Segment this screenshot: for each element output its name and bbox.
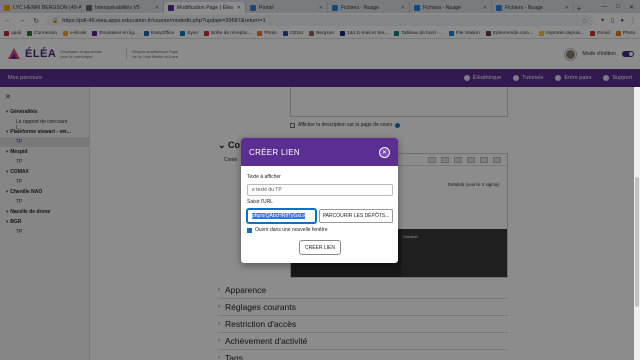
scrollbar-thumb[interactable] xyxy=(635,177,639,307)
new-window-label: Ouvrir dans une nouvelle fenêtre xyxy=(255,227,328,233)
new-window-row: Ouvrir dans une nouvelle fenêtre xyxy=(247,227,328,233)
page-scrollbar[interactable] xyxy=(634,87,640,360)
browse-repositories-button[interactable]: PARCOURIR LES DÉPÔTS... xyxy=(319,209,393,223)
create-link-button[interactable]: CRÉER LIEN xyxy=(299,240,341,255)
url-selected-text: php/s/QAbcHRtfTyGxLv xyxy=(252,213,306,219)
text-to-display-input[interactable]: e texte du TP xyxy=(247,184,393,196)
create-link-dialog: CRÉER LIEN ✕ Texte à afficher e texte du… xyxy=(241,138,398,263)
text-to-display-label: Texte à afficher xyxy=(247,174,281,180)
url-label: Saisir l'URL xyxy=(247,199,273,205)
url-input[interactable]: php/s/QAbcHRtfTyGxLv xyxy=(247,209,316,223)
close-dialog-icon[interactable]: ✕ xyxy=(379,146,390,158)
dialog-title: CRÉER LIEN xyxy=(249,147,301,157)
dialog-header: CRÉER LIEN ✕ xyxy=(241,138,398,166)
new-window-checkbox[interactable] xyxy=(247,227,252,233)
